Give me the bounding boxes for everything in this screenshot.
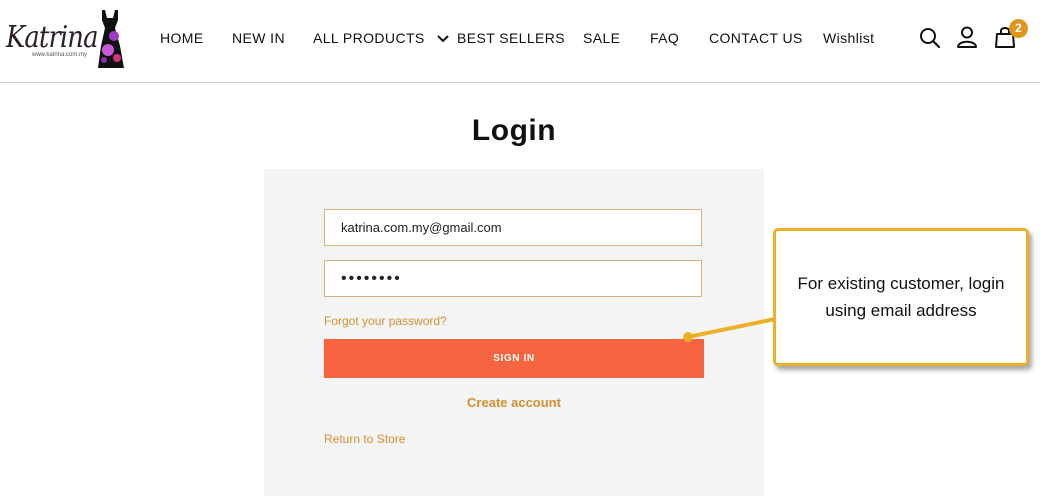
nav-item-all-products[interactable]: ALL PRODUCTS	[313, 30, 449, 46]
forgot-password-link[interactable]: Forgot your password?	[324, 314, 447, 328]
nav-item-new-in[interactable]: NEW IN	[232, 30, 285, 46]
user-icon[interactable]	[956, 26, 978, 48]
nav-item-wishlist[interactable]: Wishlist	[823, 30, 874, 46]
nav-item-sale[interactable]: SALE	[583, 30, 620, 46]
site-header: Katrina www.katrina.com.my HOME NEW IN A…	[0, 0, 1040, 83]
nav-item-all-products-label: ALL PRODUCTS	[313, 30, 425, 46]
logo-text: Katrina	[6, 20, 98, 55]
chevron-down-icon	[437, 35, 449, 43]
search-icon[interactable]	[919, 27, 941, 49]
nav-item-best-sellers[interactable]: BEST SELLERS	[457, 30, 565, 46]
page-title: Login	[471, 114, 557, 147]
cart-count-badge: 2	[1009, 19, 1028, 38]
password-field[interactable]	[324, 260, 702, 297]
email-field[interactable]	[324, 209, 702, 246]
logo-subtext: www.katrina.com.my	[32, 52, 88, 58]
nav-item-contact-us[interactable]: CONTACT US	[709, 30, 803, 46]
annotation-callout: For existing customer, login using email…	[773, 228, 1029, 366]
nav-item-faq[interactable]: FAQ	[650, 30, 679, 46]
create-account-link: Create account	[264, 395, 764, 410]
annotation-text: For existing customer, login using email…	[797, 274, 1005, 320]
create-account-label[interactable]: Create account	[467, 395, 561, 410]
sign-in-button[interactable]: SIGN IN	[324, 339, 704, 378]
return-to-store-link[interactable]: Return to Store	[324, 432, 405, 446]
nav-item-home[interactable]: HOME	[160, 30, 204, 46]
dress-icon	[98, 10, 124, 68]
brand-logo[interactable]: Katrina www.katrina.com.my	[4, 6, 128, 74]
